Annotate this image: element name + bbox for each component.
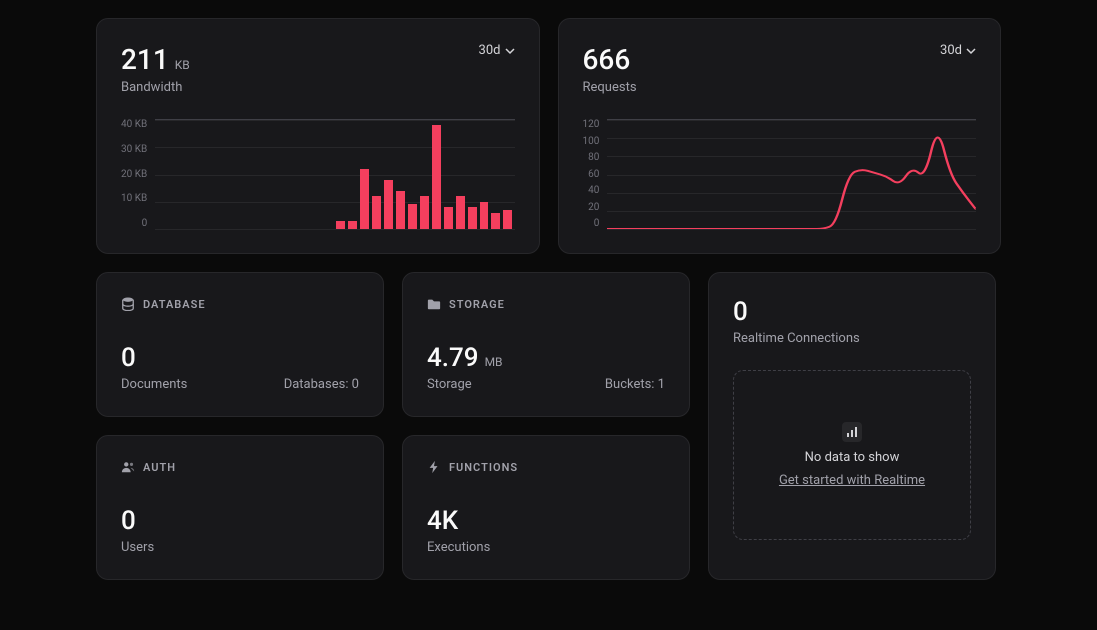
functions-title: Functions [449, 461, 518, 474]
requests-chart: 120100806040200 [583, 119, 977, 229]
realtime-value: 0 [733, 297, 971, 327]
auth-title: Auth [143, 461, 176, 474]
buckets-count: Buckets: 1 [605, 377, 665, 392]
realtime-empty-state: No data to show Get started with Realtim… [733, 370, 971, 540]
realtime-label: Realtime Connections [733, 331, 971, 346]
auth-card[interactable]: Auth 0 Users [96, 435, 384, 580]
requests-value: 666 [583, 43, 637, 76]
database-card[interactable]: Database 0 Documents Databases: 0 [96, 272, 384, 417]
storage-card[interactable]: Storage 4.79 MB Storage Buckets: 1 [402, 272, 690, 417]
requests-label: Requests [583, 80, 637, 95]
auth-users-label: Users [121, 540, 359, 555]
storage-label: Storage [427, 377, 503, 392]
requests-card: 666 Requests 30d 120100806040200 [558, 18, 1002, 254]
database-icon [121, 297, 135, 311]
chevron-down-icon [505, 46, 515, 56]
requests-period-selector[interactable]: 30d [940, 43, 976, 58]
database-documents-label: Documents [121, 377, 187, 392]
bandwidth-period-selector[interactable]: 30d [479, 43, 515, 58]
functions-card[interactable]: Functions 4K Executions [402, 435, 690, 580]
storage-value: 4.79 MB [427, 343, 503, 373]
get-started-realtime-link[interactable]: Get started with Realtime [779, 473, 925, 488]
realtime-card: 0 Realtime Connections No data to show G… [708, 272, 996, 580]
bandwidth-chart: 40 KB30 KB20 KB10 KB0 [121, 119, 515, 229]
database-documents-value: 0 [121, 343, 187, 373]
database-count: Databases: 0 [284, 377, 359, 392]
folder-icon [427, 297, 441, 311]
auth-users-value: 0 [121, 506, 359, 536]
bandwidth-value: 211 KB [121, 43, 190, 76]
bandwidth-card: 211 KB Bandwidth 30d 40 KB30 KB20 KB10 K… [96, 18, 540, 254]
empty-title: No data to show [805, 450, 900, 465]
chevron-down-icon [966, 46, 976, 56]
chart-icon [842, 422, 862, 442]
bolt-icon [427, 460, 441, 474]
storage-title: Storage [449, 298, 505, 311]
functions-executions-value: 4K [427, 506, 665, 536]
database-title: Database [143, 298, 206, 311]
bandwidth-label: Bandwidth [121, 80, 190, 95]
users-icon [121, 460, 135, 474]
functions-executions-label: Executions [427, 540, 665, 555]
